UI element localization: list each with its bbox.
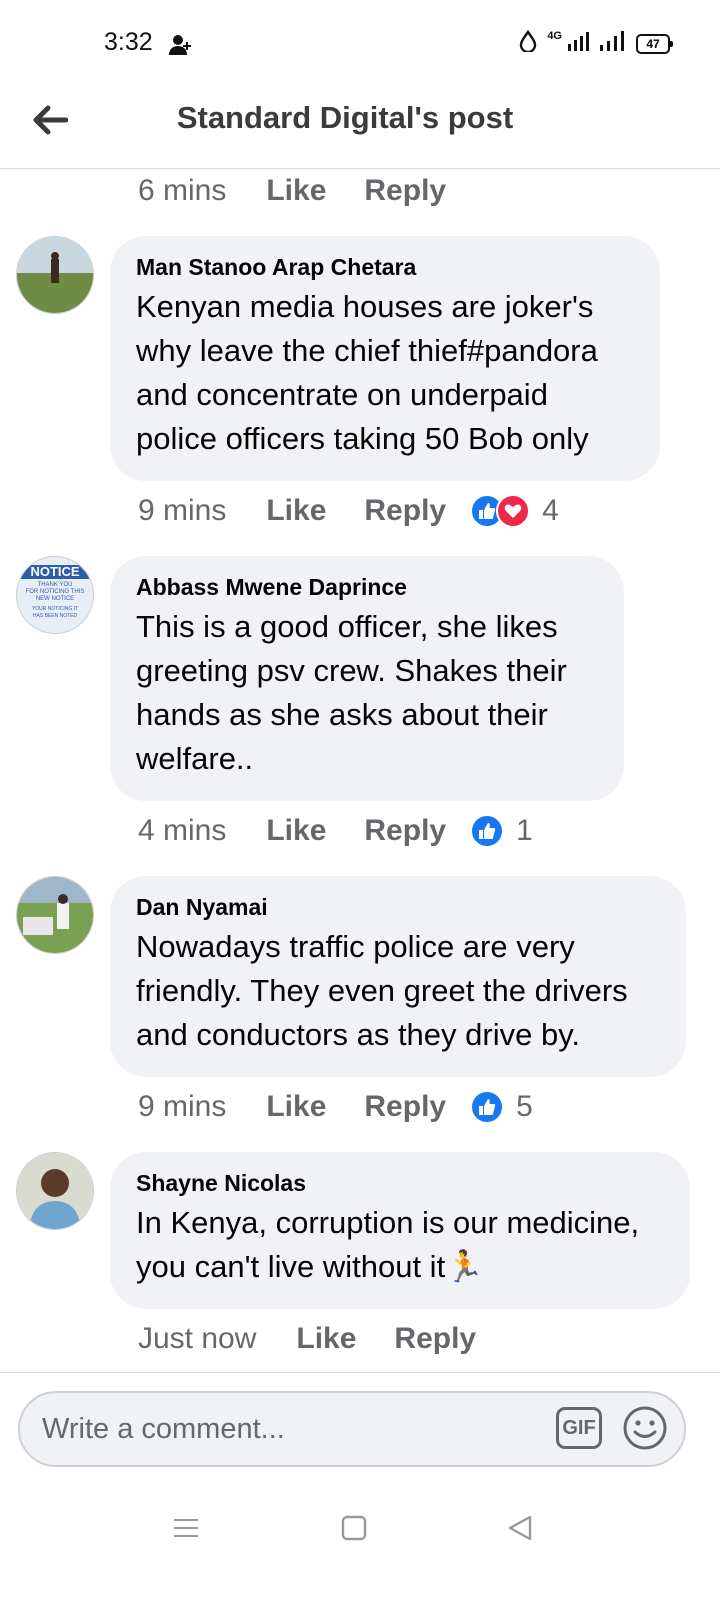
person-add-icon [168,33,192,62]
status-indicators: 4G 47 [519,29,673,57]
signal-icon-2 [600,31,626,56]
thumbs-up-icon [470,814,505,848]
like-button[interactable]: Like [266,494,326,528]
comment-meta-row: 9 mins Like Reply 4 [138,486,559,536]
comment-author[interactable]: Dan Nyamai [136,894,660,921]
comment-text: In Kenya, corruption is our medicine, yo… [136,1201,664,1289]
reply-button[interactable]: Reply [364,814,446,848]
comment-meta-row: Just now Like Reply [138,1314,514,1364]
comment-time: Just now [138,1322,257,1355]
avatar-notice-line: YOUR NOTICING IT [31,606,79,612]
avatar[interactable] [16,1152,94,1230]
drop-icon [519,29,537,57]
comment-meta-row: 9 mins Like Reply 5 [138,1082,533,1132]
reply-button[interactable]: Reply [394,1322,476,1356]
square-icon[interactable] [340,1514,368,1547]
comment-text: Kenyan media houses are joker's why leav… [136,289,598,456]
like-button[interactable]: Like [266,1090,326,1124]
avatar[interactable] [16,236,94,314]
comment-author[interactable]: Shayne Nicolas [136,1170,664,1197]
like-button[interactable]: Like [296,1322,356,1356]
avatar[interactable]: NOTICE THANK YOU FOR NOTICING THIS NEW N… [16,556,94,634]
avatar-notice-line: NEW NOTICE [35,596,75,602]
reply-button[interactable]: Reply [364,174,446,208]
like-button[interactable]: Like [266,174,326,208]
heart-icon [496,494,531,528]
thumbs-up-icon [470,1090,505,1124]
comment-time: 4 mins [138,814,227,847]
comment-text: This is a good officer, she likes greeti… [136,609,567,776]
comment-bubble: Dan Nyamai Nowadays traffic police are v… [110,876,686,1077]
like-button[interactable]: Like [266,814,326,848]
status-time: 3:32 [104,28,153,56]
comment-time: 9 mins [138,494,227,527]
reaction-count: 4 [542,494,559,527]
triangle-back-icon[interactable] [506,1514,534,1547]
comment-time: 6 mins [138,174,227,207]
comment-meta-row: 4 mins Like Reply 1 [138,806,533,856]
comment-bubble: Shayne Nicolas In Kenya, corruption is o… [110,1152,690,1309]
avatar-notice-line: HAS BEEN NOTED [32,613,78,619]
avatar-notice-title: NOTICE [17,565,93,579]
reactions-summary[interactable]: 5 [470,1090,533,1124]
reaction-count: 1 [516,814,533,847]
app-header: Standard Digital's post [0,88,720,169]
reactions-summary[interactable]: 4 [470,494,559,528]
network-type: 4G [547,29,562,42]
smiley-icon[interactable] [622,1405,668,1456]
reply-button[interactable]: Reply [364,494,446,528]
system-nav-bar [0,1496,720,1600]
page-title: Standard Digital's post [176,100,514,135]
comment-bubble: Abbass Mwene Daprince This is a good off… [110,556,624,801]
menu-icon[interactable] [172,1514,200,1547]
comment-meta-row: 6 mins Like Reply [138,166,484,216]
comment-text: Nowadays traffic police are very friendl… [136,929,628,1052]
comment-composer-bar: Write a comment... GIF [0,1372,720,1493]
comment-time: 9 mins [138,1090,227,1123]
comment-author[interactable]: Man Stanoo Arap Chetara [136,254,634,281]
avatar-notice-line: THANK YOU [37,582,73,588]
comment-text-body: In Kenya, corruption is our medicine, yo… [136,1205,640,1284]
status-bar: 3:32 4G 47 [0,0,720,88]
avatar[interactable] [16,876,94,954]
signal-icon-1 [568,31,590,56]
reactions-summary[interactable]: 1 [470,814,533,848]
comment-bubble: Man Stanoo Arap Chetara Kenyan media hou… [110,236,660,481]
comment-author[interactable]: Abbass Mwene Daprince [136,574,598,601]
battery-icon: 47 [636,33,673,54]
gif-button[interactable]: GIF [556,1407,602,1449]
avatar-notice-line: FOR NOTICING THIS [25,589,85,595]
reaction-count: 5 [516,1090,533,1123]
running-emoji: 🏃 [445,1249,484,1284]
comment-input[interactable]: Write a comment... GIF [18,1391,686,1467]
reply-button[interactable]: Reply [364,1090,446,1124]
comment-placeholder: Write a comment... [42,1413,285,1445]
